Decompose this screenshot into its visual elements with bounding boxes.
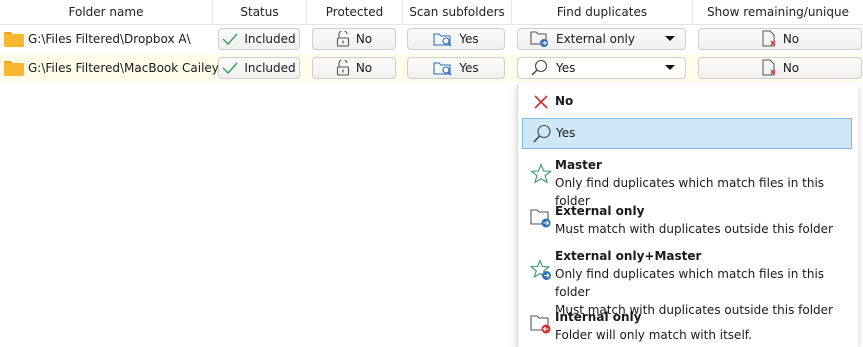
option-title: No — [555, 94, 574, 108]
show-remaining-button[interactable]: No — [698, 57, 862, 79]
folder-search-icon — [433, 60, 453, 76]
checkmark-icon — [222, 62, 238, 74]
column-header-show-remaining[interactable]: Show remaining/unique files — [693, 0, 863, 43]
folder-path: G:\Files Filtered\Dropbox A\ — [28, 32, 191, 46]
option-title: External only — [555, 204, 645, 218]
option-description: Must match with duplicates outside this … — [555, 222, 833, 236]
chevron-down-icon — [665, 65, 675, 70]
option-description: Only find duplicates which match files i… — [555, 267, 825, 299]
protected-label: No — [355, 32, 373, 46]
show-remaining-label: No — [782, 61, 800, 75]
option-title: Internal only — [555, 310, 642, 324]
star-icon — [530, 163, 552, 185]
folder-arrow-out-icon — [530, 207, 552, 229]
option-description: Folder will only match with itself. — [555, 328, 752, 342]
find-duplicates-dropdown[interactable]: External only — [517, 28, 686, 50]
unlocked-padlock-icon — [336, 60, 350, 76]
red-x-icon — [530, 91, 552, 113]
unlocked-padlock-icon — [336, 31, 350, 47]
option-internal-only[interactable]: Internal only Folder will only match wit… — [522, 306, 852, 346]
column-header-folder-name[interactable]: Folder name — [0, 0, 212, 24]
find-duplicates-value: Yes — [556, 61, 576, 75]
scan-subfolders-label: Yes — [459, 61, 479, 75]
folder-icon — [4, 31, 24, 47]
status-label: Included — [244, 32, 296, 46]
scan-subfolders-button[interactable]: Yes — [407, 28, 505, 50]
chevron-down-icon — [665, 36, 675, 41]
folder-name-cell: G:\Files Filtered\Dropbox A\ — [0, 25, 191, 53]
protected-button[interactable]: No — [312, 57, 396, 79]
status-button[interactable]: Included — [218, 28, 300, 50]
table-row[interactable]: G:\Files Filtered\MacBook Cailey\ Includ… — [0, 54, 863, 82]
magnifier-icon — [531, 123, 553, 145]
folder-path: G:\Files Filtered\MacBook Cailey\ — [28, 61, 223, 75]
scan-subfolders-button[interactable]: Yes — [407, 57, 505, 79]
column-header-protected[interactable]: Protected — [307, 0, 402, 24]
file-delete-icon — [761, 59, 777, 77]
column-header-status[interactable]: Status — [213, 0, 306, 24]
column-header-scan-subfolders[interactable]: Scan subfolders — [403, 0, 511, 24]
folder-name-cell: G:\Files Filtered\MacBook Cailey\ — [0, 54, 223, 82]
folder-icon — [4, 60, 24, 76]
option-no[interactable]: No — [522, 87, 852, 115]
show-remaining-label: No — [782, 32, 800, 46]
show-remaining-button[interactable]: No — [698, 28, 862, 50]
status-label: Included — [244, 61, 296, 75]
column-header-find-duplicates[interactable]: Find duplicates — [512, 0, 692, 24]
option-title: Master — [555, 158, 602, 172]
folder-search-icon — [433, 31, 453, 47]
find-duplicates-dropdown[interactable]: Yes — [517, 57, 686, 79]
option-title: External only+Master — [555, 249, 702, 263]
option-external-only[interactable]: External only Must match with duplicates… — [522, 200, 852, 240]
find-duplicates-options-list: No Yes Master Only find duplicates which… — [517, 84, 858, 347]
scan-subfolders-label: Yes — [459, 32, 479, 46]
status-button[interactable]: Included — [218, 57, 300, 79]
table-header: Folder name Status Protected Scan subfol… — [0, 0, 863, 43]
file-delete-icon — [761, 30, 777, 48]
option-external-only-master[interactable]: External only+Master Only find duplicate… — [522, 245, 852, 317]
table-row[interactable]: G:\Files Filtered\Dropbox A\ Included No… — [0, 25, 863, 53]
star-arrow-icon — [529, 259, 552, 281]
magnifier-icon — [530, 59, 550, 77]
find-duplicates-value: External only — [556, 32, 635, 46]
option-title: Yes — [556, 126, 576, 140]
option-master[interactable]: Master Only find duplicates which match … — [522, 154, 852, 208]
folder-arrow-out-icon — [530, 30, 550, 48]
checkmark-icon — [222, 33, 238, 45]
protected-button[interactable]: No — [312, 28, 396, 50]
folder-arrow-in-icon — [530, 313, 552, 335]
option-yes[interactable]: Yes — [522, 118, 852, 149]
protected-label: No — [355, 61, 373, 75]
